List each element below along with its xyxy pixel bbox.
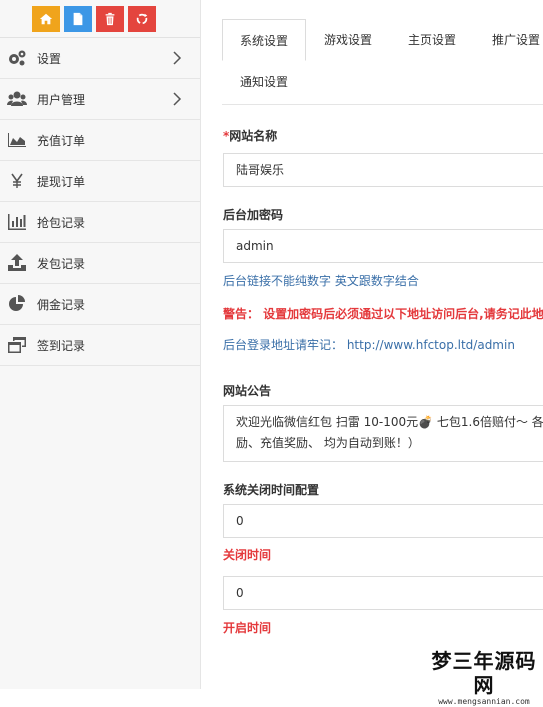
sidebar-item-send-records[interactable]: 发包记录	[0, 243, 200, 284]
close-time-label: 关闭时间	[223, 548, 272, 562]
upload-icon	[5, 251, 29, 275]
trash-icon	[105, 12, 115, 26]
sidebar: 设置 用户管理 充值订单 提现订单 抢包记录 发包记录 佣金记录 签到记录	[0, 0, 201, 689]
document-icon	[73, 12, 83, 26]
area-chart-icon	[5, 128, 29, 152]
pie-chart-icon	[5, 292, 29, 316]
tab-promotion-settings[interactable]: 推广设置	[474, 19, 543, 61]
sidebar-item-commission-records[interactable]: 佣金记录	[0, 284, 200, 325]
chevron-right-icon	[172, 50, 184, 66]
tab-divider	[222, 104, 543, 105]
watermark: 梦三年源码网 www.mengsannian.com	[425, 649, 543, 706]
refresh-icon	[136, 13, 148, 25]
site-name-label: *网站名称	[223, 127, 277, 144]
sidebar-item-label: 设置	[37, 51, 62, 66]
sidebar-item-label: 抢包记录	[37, 215, 86, 230]
tab-home-settings[interactable]: 主页设置	[390, 19, 474, 61]
yen-icon	[5, 169, 29, 193]
sidebar-item-label: 发包记录	[37, 256, 86, 271]
admin-password-label: 后台加密码	[223, 208, 284, 222]
admin-login-address: 后台登录地址请牢记： http://www.hfctop.ltd/admin	[223, 338, 515, 352]
announcement-line: 励、充值奖励、 均为自动到账！）	[236, 436, 420, 450]
shortcut-toolbar	[0, 0, 200, 38]
sidebar-item-label: 充值订单	[37, 133, 86, 148]
announcement-line: 欢迎光临微信红包 扫雷 10-100元💣 七包1.6倍赔付～ 各	[236, 415, 543, 429]
close-config-label: 系统关闭时间配置	[223, 483, 320, 497]
gears-icon	[5, 46, 29, 70]
home-shortcut-button[interactable]	[32, 6, 60, 32]
site-name-label-text: 网站名称	[229, 129, 278, 143]
window-restore-icon	[5, 333, 29, 357]
trash-shortcut-button[interactable]	[96, 6, 124, 32]
tab-notification-settings[interactable]: 通知设置	[222, 61, 306, 103]
announcement-label: 网站公告	[223, 384, 272, 398]
tab-system-settings[interactable]: 系统设置	[222, 19, 306, 61]
main-content: 系统设置 游戏设置 主页设置 推广设置 通知设置 *网站名称 陆哥娱乐 后台加密…	[201, 0, 543, 689]
sidebar-item-grab-records[interactable]: 抢包记录	[0, 202, 200, 243]
sidebar-item-label: 用户管理	[37, 92, 86, 107]
sidebar-item-label: 签到记录	[37, 338, 86, 353]
tab-game-settings[interactable]: 游戏设置	[306, 19, 390, 61]
sidebar-item-withdraw-orders[interactable]: 提现订单	[0, 161, 200, 202]
close-time-input[interactable]: 0	[223, 504, 543, 538]
refresh-shortcut-button[interactable]	[128, 6, 156, 32]
sidebar-item-recharge-orders[interactable]: 充值订单	[0, 120, 200, 161]
open-time-label: 开启时间	[223, 621, 272, 635]
admin-password-warning: 警告： 设置加密码后必须通过以下地址访问后台,请务记此地址	[223, 307, 543, 321]
sidebar-item-label: 佣金记录	[37, 297, 86, 312]
home-icon	[39, 13, 53, 25]
document-shortcut-button[interactable]	[64, 6, 92, 32]
open-time-input[interactable]: 0	[223, 576, 543, 610]
watermark-url: www.mengsannian.com	[438, 697, 530, 706]
admin-password-input[interactable]: admin	[223, 229, 543, 263]
users-icon	[5, 87, 29, 111]
bar-chart-icon	[5, 210, 29, 234]
watermark-title: 梦三年源码网	[431, 649, 537, 697]
admin-password-hint: 后台链接不能纯数字 英文跟数字结合	[223, 274, 419, 288]
announcement-textarea[interactable]: 欢迎光临微信红包 扫雷 10-100元💣 七包1.6倍赔付～ 各 励、充值奖励、…	[223, 405, 543, 462]
sidebar-item-label: 提现订单	[37, 174, 86, 189]
sidebar-item-settings[interactable]: 设置	[0, 38, 200, 79]
site-name-input[interactable]: 陆哥娱乐	[223, 153, 543, 187]
sidebar-item-checkin-records[interactable]: 签到记录	[0, 325, 200, 366]
chevron-right-icon	[172, 91, 184, 107]
sidebar-item-users[interactable]: 用户管理	[0, 79, 200, 120]
